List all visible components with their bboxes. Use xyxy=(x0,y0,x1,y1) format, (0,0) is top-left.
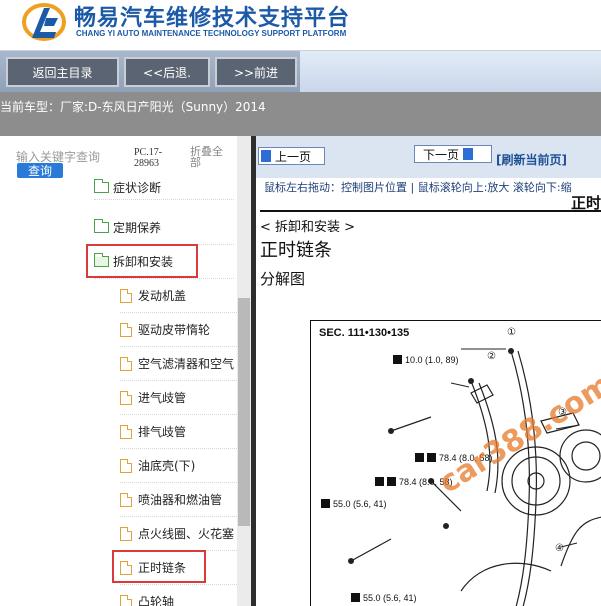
document-icon xyxy=(120,390,132,405)
heading-rule xyxy=(260,210,601,212)
platform-title: 畅易汽车维修技术支持平台 xyxy=(74,6,351,31)
logo-icon xyxy=(22,3,66,41)
folder-icon xyxy=(94,219,109,233)
search-button[interactable]: 查询 xyxy=(17,163,63,178)
tree-item-label: 发动机盖 xyxy=(138,289,187,303)
app-window: 畅易汽车维修技术支持平台 CHANG YI AUTO MAINTENANCE T… xyxy=(0,0,601,606)
document-icon xyxy=(120,356,132,371)
torque-icon xyxy=(415,453,424,462)
tree-item-label: 喷油器和燃油管 xyxy=(138,493,223,507)
folder-icon xyxy=(94,179,109,193)
torque-icon xyxy=(393,355,402,364)
tree-item-label: 排气歧管 xyxy=(138,425,187,439)
exploded-view-diagram[interactable]: SEC. 111•130•135 10.0 (1.0, 89) 78.4 (8.… xyxy=(310,320,601,606)
torque-icon xyxy=(375,477,384,486)
home-button[interactable]: 返回主目录 xyxy=(6,57,119,87)
document-icon xyxy=(120,288,132,303)
highlight-box xyxy=(86,244,198,278)
page-subtitle: 分解图 xyxy=(260,270,306,288)
tree-folder-symptom[interactable]: 症状诊断 xyxy=(94,176,234,200)
tree-folder-label: 症状诊断 xyxy=(113,181,162,195)
tree-item-belt-idler[interactable]: 驱动皮带惰轮 xyxy=(120,313,237,347)
sidebar: 查询 PC.17-28963 折叠全部 症状诊断 定期保养 拆卸和安装 发动机盖… xyxy=(0,136,255,606)
arrow-left-icon xyxy=(261,150,271,162)
arrow-right-icon xyxy=(463,148,474,160)
tree-item-intake-manifold[interactable]: 进气歧管 xyxy=(120,381,237,415)
sidebar-scrollbar-thumb[interactable] xyxy=(238,298,250,526)
tree-item-label: 油底壳(下) xyxy=(138,459,196,473)
torque-icon xyxy=(351,593,360,602)
tree-item-exhaust-manifold[interactable]: 排气歧管 xyxy=(120,415,237,449)
current-car-bar: 当前车型：厂家:D-东风日产阳光（Sunny）2014 xyxy=(0,92,601,136)
document-icon xyxy=(120,594,132,606)
forward-button[interactable]: >>前进 xyxy=(215,57,297,87)
mouse-hint: 鼠标左右拖动：控制图片位置 | 鼠标滚轮向上:放大 滚轮向下:缩 xyxy=(264,181,572,194)
tree-folder-label: 定期保养 xyxy=(113,221,162,235)
nav-bar: 返回主目录 <<后退. >>前进 xyxy=(0,50,601,92)
torque-icon xyxy=(387,477,396,486)
tree-item-label: 空气滤清器和空气 xyxy=(138,357,235,371)
page-title: 正时链条 xyxy=(260,240,332,261)
next-page-button[interactable]: 下一页 xyxy=(414,145,492,163)
nav-bar-fill xyxy=(300,51,601,92)
back-button[interactable]: <<后退. xyxy=(124,57,210,87)
tree-item-label: 凸轮轴 xyxy=(138,595,175,606)
prev-page-button[interactable]: 上一页 xyxy=(258,147,325,165)
tree-item-air-filter[interactable]: 空气滤清器和空气 xyxy=(120,347,237,381)
torque-icon xyxy=(427,453,436,462)
tree-item-label: 驱动皮带惰轮 xyxy=(138,323,211,337)
torque-spec: 55.0 (5.6, 41) xyxy=(321,499,387,509)
callout-2: ② xyxy=(487,351,496,362)
torque-spec: 10.0 (1.0, 89) xyxy=(393,355,459,365)
header: 畅易汽车维修技术支持平台 CHANG YI AUTO MAINTENANCE T… xyxy=(0,0,601,50)
tree-item-camshaft[interactable]: 凸轮轴 xyxy=(120,585,237,606)
section-label: < 拆卸和安装 > xyxy=(260,220,356,235)
tree-item-hood[interactable]: 发动机盖 xyxy=(120,279,237,313)
torque-spec: 55.0 (5.6, 41) xyxy=(351,593,417,603)
document-icon xyxy=(120,424,132,439)
tree-item-injector-fuel-tube[interactable]: 喷油器和燃油管 xyxy=(120,483,237,517)
content-panel: 上一页 下一页 [刷新当前页] 鼠标左右拖动：控制图片位置 | 鼠标滚轮向上:放… xyxy=(256,136,601,606)
highlight-box xyxy=(112,550,206,583)
collapse-all-link[interactable]: 折叠全部 xyxy=(190,146,230,168)
refresh-link[interactable]: [刷新当前页] xyxy=(496,151,567,168)
callout-1: ① xyxy=(507,327,516,338)
callout-4: ④ xyxy=(555,543,564,554)
prev-page-label: 上一页 xyxy=(275,149,312,164)
tree-item-label: 进气歧管 xyxy=(138,391,187,405)
tree-item-ignition-coil[interactable]: 点火线圈、火花塞 xyxy=(120,517,237,551)
tree-item-oil-pan[interactable]: 油底壳(下) xyxy=(120,449,237,483)
document-icon xyxy=(120,458,132,473)
document-icon xyxy=(120,492,132,507)
document-icon xyxy=(120,322,132,337)
current-car-label: 当前车型：厂家:D-东风日产阳光（Sunny）2014 xyxy=(0,100,266,114)
torque-icon xyxy=(321,499,330,508)
version-label: PC.17-28963 xyxy=(134,147,163,169)
next-page-label: 下一页 xyxy=(423,147,460,162)
platform-subtitle: CHANG YI AUTO MAINTENANCE TECHNOLOGY SUP… xyxy=(76,29,347,38)
document-icon xyxy=(120,526,132,541)
tree-folder-maintenance[interactable]: 定期保养 xyxy=(94,211,234,245)
tree-item-label: 点火线圈、火花塞 xyxy=(138,527,235,541)
